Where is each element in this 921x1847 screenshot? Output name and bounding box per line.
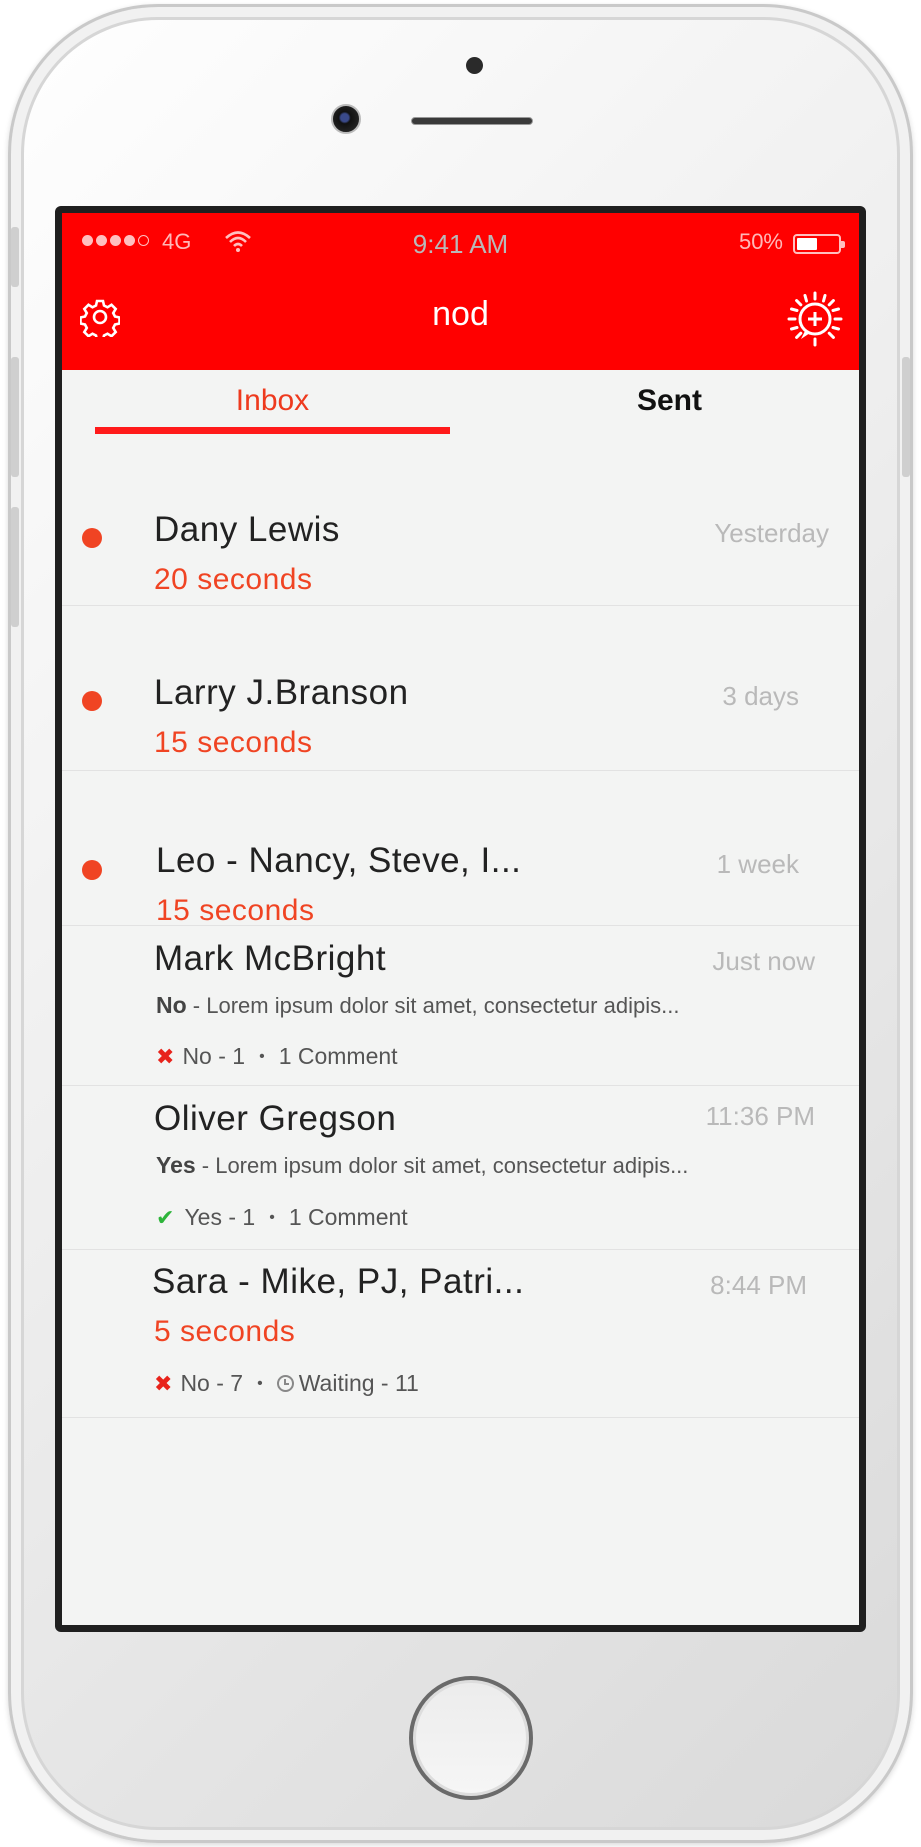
- nav-bar: nod: [62, 283, 859, 347]
- message-time: Just now: [712, 946, 815, 976]
- message-duration: 15 seconds: [154, 726, 313, 759]
- sender-name: Mark McBright: [154, 939, 387, 978]
- x-mark-icon: ✖: [156, 1043, 175, 1069]
- message-time: 11:36 PM: [705, 1101, 815, 1131]
- tab-inbox[interactable]: Inbox: [95, 384, 450, 418]
- message-row[interactable]: Larry J.Branson 3 days 15 seconds: [62, 606, 859, 771]
- message-row[interactable]: Sara - Mike, PJ, Patri... 8:44 PM 5 seco…: [62, 1250, 859, 1418]
- clock-icon: [276, 1375, 294, 1392]
- message-duration: 15 seconds: [156, 894, 315, 927]
- app-title: nod: [432, 295, 489, 333]
- message-duration: 5 seconds: [154, 1315, 296, 1348]
- message-preview: No - Lorem ipsum dolor sit amet, consect…: [156, 992, 679, 1019]
- comment-count: 1 Comment: [288, 1204, 408, 1230]
- separator-dot: •: [257, 1374, 263, 1392]
- comment-count: 1 Comment: [278, 1043, 398, 1069]
- compose-plus-icon[interactable]: [787, 291, 843, 347]
- power-button: [902, 357, 910, 477]
- preview-text: - Lorem ipsum dolor sit amet, consectetu…: [186, 993, 680, 1018]
- separator-dot: •: [269, 1208, 275, 1226]
- volume-up-button: [11, 357, 19, 477]
- answer-count: No - 7: [180, 1370, 244, 1396]
- proximity-sensor: [466, 57, 483, 74]
- message-duration: 20 seconds: [154, 563, 313, 596]
- separator-dot: •: [259, 1047, 265, 1065]
- answer-count: Yes - 1: [184, 1204, 256, 1230]
- tab-bar: Inbox Sent: [62, 370, 859, 434]
- preview-answer: No: [156, 992, 187, 1018]
- status-bar: 4G 9:41 AM 50%: [62, 227, 859, 261]
- sender-name: Larry J.Branson: [154, 673, 409, 712]
- sender-name: Oliver Gregson: [154, 1099, 397, 1138]
- message-row[interactable]: Oliver Gregson 11:36 PM Yes - Lorem ipsu…: [62, 1086, 859, 1250]
- preview-answer: Yes: [156, 1152, 196, 1178]
- check-mark-icon: ✔: [156, 1204, 175, 1230]
- mute-switch: [11, 227, 19, 287]
- message-preview: Yes - Lorem ipsum dolor sit amet, consec…: [156, 1152, 688, 1179]
- front-camera: [331, 104, 361, 134]
- response-summary: ✖ No - 7 • Waiting - 11: [154, 1370, 419, 1397]
- earpiece-speaker: [411, 117, 533, 125]
- battery-percent: 50%: [738, 229, 783, 254]
- x-mark-icon: ✖: [154, 1370, 173, 1396]
- message-time: 8:44 PM: [710, 1270, 807, 1300]
- volume-down-button: [11, 507, 19, 627]
- message-row[interactable]: Mark McBright Just now No - Lorem ipsum …: [62, 926, 859, 1086]
- preview-text: - Lorem ipsum dolor sit amet, consectetu…: [195, 1153, 689, 1178]
- sender-name: Dany Lewis: [154, 510, 340, 549]
- waiting-count: Waiting - 11: [298, 1370, 419, 1396]
- unread-indicator: [82, 691, 102, 711]
- response-summary: ✖ No - 1 • 1 Comment: [156, 1043, 398, 1070]
- message-time: 1 week: [716, 849, 799, 879]
- sender-name: Leo - Nancy, Steve, I...: [156, 841, 522, 880]
- header-bar: 4G 9:41 AM 50% nod: [62, 213, 859, 370]
- sender-name: Sara - Mike, PJ, Patri...: [152, 1262, 525, 1301]
- unread-indicator: [82, 860, 102, 880]
- message-time: 3 days: [722, 681, 799, 711]
- battery-icon: [793, 234, 845, 254]
- home-button[interactable]: [409, 1676, 533, 1800]
- tab-sent[interactable]: Sent: [492, 384, 847, 418]
- app-screen: 4G 9:41 AM 50% nod Inbox Sent Dany Lewis…: [62, 213, 859, 1625]
- message-row[interactable]: Dany Lewis Yesterday 20 seconds: [62, 430, 859, 606]
- answer-count: No - 1: [182, 1043, 246, 1069]
- message-time: Yesterday: [714, 518, 829, 548]
- response-summary: ✔ Yes - 1 • 1 Comment: [156, 1204, 408, 1231]
- unread-indicator: [82, 528, 102, 548]
- message-row[interactable]: Leo - Nancy, Steve, I... 1 week 15 secon…: [62, 771, 859, 927]
